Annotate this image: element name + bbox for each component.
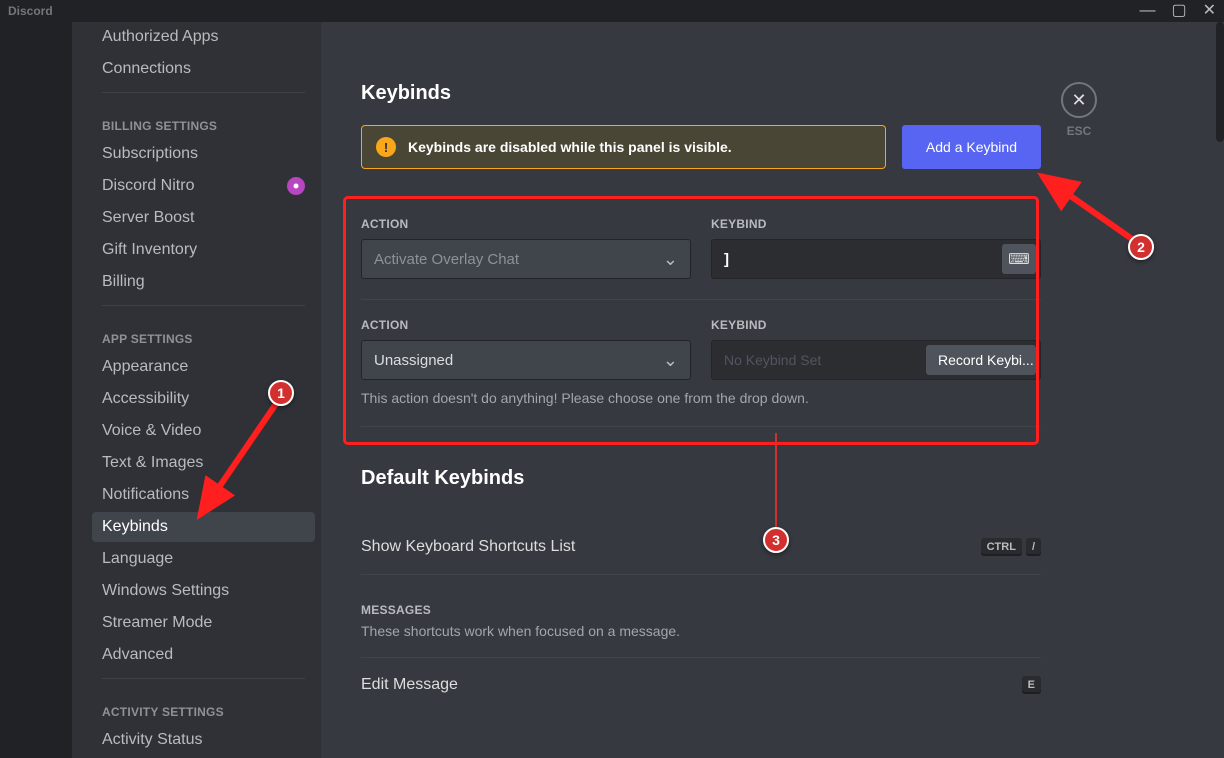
titlebar: Discord — ▢ ✕ [0, 0, 1224, 22]
sidebar-item-app-4[interactable]: Notifications [92, 480, 315, 510]
sidebar-item-billing-1[interactable]: Discord Nitro [92, 171, 315, 201]
sidebar-item-label: Text & Images [102, 454, 203, 472]
key-chip: / [1026, 538, 1041, 556]
warning-banner: ! Keybinds are disabled while this panel… [361, 125, 886, 169]
maximize-icon[interactable]: ▢ [1171, 3, 1186, 19]
sidebar-item-label: Gift Inventory [102, 241, 197, 259]
sidebar-item-label: Streamer Mode [102, 614, 212, 632]
default-keybind-row: Show Keyboard Shortcuts List CTRL/ [361, 520, 1041, 575]
divider [102, 92, 305, 93]
sidebar-header-app: APP SETTINGS [92, 314, 315, 352]
sidebar-item-app-0[interactable]: Appearance [92, 352, 315, 382]
default-keybinds-title: Default Keybinds [361, 467, 1041, 490]
action-label: ACTION [361, 217, 691, 231]
sidebar-item-label: Activity Status [102, 731, 202, 749]
sidebar-item-label: Accessibility [102, 390, 189, 408]
sidebar-item-billing-4[interactable]: Billing [92, 267, 315, 297]
action-label: ACTION [361, 318, 691, 332]
sidebar-item-billing-3[interactable]: Gift Inventory [92, 235, 315, 265]
key-chip: E [1022, 676, 1041, 694]
action-value: Unassigned [374, 352, 453, 369]
sidebar-header-activity: ACTIVITY SETTINGS [92, 687, 315, 725]
close-settings-button[interactable]: ✕ [1061, 82, 1097, 118]
sidebar-item-label: Voice & Video [102, 422, 201, 440]
sidebar-item-top-1[interactable]: Connections [92, 54, 315, 84]
warning-icon: ! [376, 137, 396, 157]
keyboard-icon[interactable]: ⌨ [1002, 244, 1036, 274]
key-chip: CTRL [981, 538, 1022, 556]
sidebar-item-label: Language [102, 550, 173, 568]
sidebar-item-app-1[interactable]: Accessibility [92, 384, 315, 414]
action-value: Activate Overlay Chat [374, 251, 519, 268]
close-icon[interactable]: ✕ [1203, 3, 1216, 19]
page-title: Keybinds [361, 82, 1041, 105]
sidebar-item-label: Notifications [102, 486, 189, 504]
keybind-value: ] [724, 251, 729, 268]
chevron-down-icon: ⌄ [663, 351, 678, 369]
add-keybind-button[interactable]: Add a Keybind [902, 125, 1041, 169]
help-text: This action doesn't do anything! Please … [361, 390, 1041, 406]
sidebar-item-app-3[interactable]: Text & Images [92, 448, 315, 478]
sidebar-item-app-9[interactable]: Advanced [92, 640, 315, 670]
chevron-down-icon: ⌄ [663, 250, 678, 268]
sidebar-item-label: Subscriptions [102, 145, 198, 163]
keybind-label: KEYBIND [711, 217, 1041, 231]
sidebar-item-label: Connections [102, 60, 191, 78]
keybind-input[interactable]: No Keybind Set Record Keybi... [711, 340, 1041, 380]
sidebar-item-label: Billing [102, 273, 145, 291]
messages-desc: These shortcuts work when focused on a m… [361, 623, 1041, 639]
sidebar-item-label: Discord Nitro [102, 177, 194, 195]
scrollbar[interactable] [1216, 22, 1224, 142]
sidebar-item-app-8[interactable]: Streamer Mode [92, 608, 315, 638]
sidebar-header-billing: BILLING SETTINGS [92, 101, 315, 139]
keybind-input[interactable]: ]⌨ [711, 239, 1041, 279]
app-name: Discord [8, 4, 53, 18]
sidebar-item-label: Server Boost [102, 209, 194, 227]
divider [102, 305, 305, 306]
guild-gutter [0, 22, 72, 758]
default-keybind-label: Edit Message [361, 676, 458, 694]
settings-sidebar: Authorized Apps Connections BILLING SETTI… [72, 22, 321, 758]
keybind-label: KEYBIND [711, 318, 1041, 332]
action-select[interactable]: Activate Overlay Chat ⌄ [361, 239, 691, 279]
warning-text: Keybinds are disabled while this panel i… [408, 139, 732, 155]
esc-label: ESC [1067, 124, 1092, 138]
sidebar-item-billing-2[interactable]: Server Boost [92, 203, 315, 233]
messages-heading: MESSAGES [361, 603, 1041, 617]
sidebar-item-app-2[interactable]: Voice & Video [92, 416, 315, 446]
sidebar-item-app-6[interactable]: Language [92, 544, 315, 574]
sidebar-item-label: Keybinds [102, 518, 168, 536]
sidebar-item-label: Windows Settings [102, 582, 229, 600]
sidebar-item-label: Advanced [102, 646, 173, 664]
divider [102, 678, 305, 679]
nitro-badge-icon [287, 177, 305, 195]
keybind-value: No Keybind Set [724, 352, 821, 368]
sidebar-item-billing-0[interactable]: Subscriptions [92, 139, 315, 169]
keybind-row: ACTION Unassigned ⌄ KEYBIND No Keybind Set Re… [361, 300, 1041, 427]
minimize-icon[interactable]: — [1139, 3, 1155, 19]
sidebar-item-label: Appearance [102, 358, 188, 376]
sidebar-item-app-5[interactable]: Keybinds [92, 512, 315, 542]
content-pane: Keybinds ! Keybinds are disabled while t… [321, 22, 1224, 758]
sidebar-item-activity-0[interactable]: Activity Status [92, 725, 315, 755]
sidebar-item-label: Authorized Apps [102, 28, 219, 46]
record-keybind-button[interactable]: Record Keybi... [926, 345, 1036, 375]
keybind-row: ACTIONActivate Overlay Chat⌄KEYBIND]⌨ [361, 199, 1041, 300]
default-keybind-label: Show Keyboard Shortcuts List [361, 538, 575, 556]
action-select[interactable]: Unassigned ⌄ [361, 340, 691, 380]
sidebar-item-top-0[interactable]: Authorized Apps [92, 22, 315, 52]
sidebar-item-app-7[interactable]: Windows Settings [92, 576, 315, 606]
